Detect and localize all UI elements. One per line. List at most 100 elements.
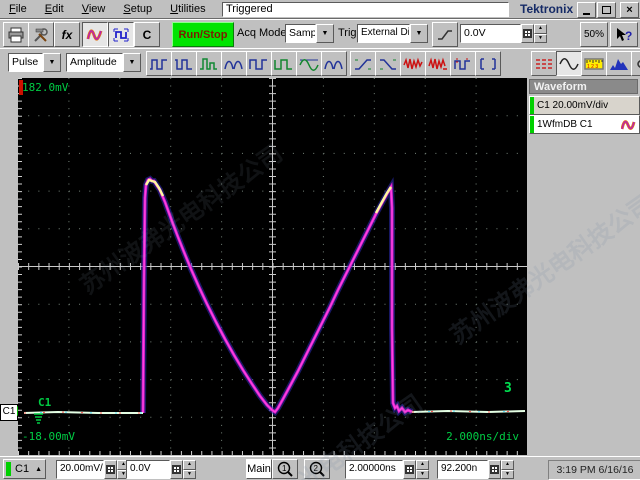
close-button[interactable]: ×: [620, 2, 639, 18]
fall-time-button[interactable]: [375, 51, 401, 76]
noise-button[interactable]: [425, 51, 451, 76]
keypad-icon: [106, 465, 115, 474]
math-fx-button[interactable]: fx: [54, 22, 80, 47]
resolution-input[interactable]: 92.200n: [437, 460, 488, 479]
negative-width-button[interactable]: [171, 51, 197, 76]
set-50-percent-button[interactable]: 50%: [580, 22, 608, 47]
horizontal-scale-input[interactable]: 2.00000ns: [345, 460, 403, 479]
positive-duty-button[interactable]: [246, 51, 272, 76]
keypad-button[interactable]: [104, 460, 117, 479]
keypad-button[interactable]: [403, 460, 416, 479]
pulse-icon: [113, 28, 129, 41]
persistence-button[interactable]: [531, 51, 557, 76]
vertical-position-input[interactable]: 0.0V: [126, 460, 170, 479]
timing-marks-button[interactable]: [450, 51, 476, 76]
acq-mode-select[interactable]: Sample ▼: [285, 24, 334, 43]
menu-setup[interactable]: Setup: [114, 2, 161, 17]
waveform-row-c1[interactable]: C1 20.00mV/div: [529, 96, 640, 115]
trig-level-control: 0.0V ▲ ▼: [460, 24, 547, 43]
trace-c1-label: C1: [38, 396, 52, 409]
waveform-display-button[interactable]: [556, 51, 582, 76]
fifty-label: 50%: [583, 29, 604, 40]
keypad-icon: [172, 465, 181, 474]
step-down-icon[interactable]: ▼: [501, 469, 514, 479]
cursor-c-button[interactable]: C: [134, 22, 160, 47]
keypad-button[interactable]: [170, 460, 183, 479]
wfmdb-label: 1WfmDB C1: [537, 119, 593, 130]
rising-slope-icon: [438, 29, 452, 40]
channel-c1-marker[interactable]: C1: [0, 404, 18, 421]
menu-utilities[interactable]: Utilities: [161, 2, 214, 17]
zoom-1-button[interactable]: 1: [272, 459, 298, 479]
print-icon: [8, 27, 24, 42]
chevron-down-icon[interactable]: ▼: [410, 24, 428, 43]
svg-text:1 2 3: 1 2 3: [587, 64, 598, 70]
trig-source-select[interactable]: External Direct ▼: [357, 24, 428, 43]
burst-width-button[interactable]: [221, 51, 247, 76]
utilities-tools-button[interactable]: [28, 22, 54, 47]
menu-file[interactable]: File: [0, 2, 36, 17]
context-help-button[interactable]: ?: [610, 22, 638, 47]
timebase-main-button[interactable]: Main: [246, 459, 272, 479]
graticule[interactable]: 182.0mV -18.00mV 2.000ns/div 3 C1: [18, 78, 527, 455]
eye-diagram-button[interactable]: [631, 51, 640, 76]
positive-width-button[interactable]: [146, 51, 172, 76]
negative-duty-button[interactable]: [271, 51, 297, 76]
rise-time-button[interactable]: [350, 51, 376, 76]
gating-button[interactable]: [475, 51, 501, 76]
trig-slope-button[interactable]: [432, 22, 458, 47]
restore-button[interactable]: [597, 2, 616, 18]
trig-source-value: External Direct: [357, 24, 410, 43]
step-up-icon[interactable]: ▲: [416, 460, 429, 470]
close-icon: ×: [626, 4, 633, 16]
fx-icon: fx: [61, 27, 73, 42]
step-down-icon[interactable]: ▼: [183, 469, 196, 479]
display-area: C1 182.0mV -18.00mV 2.000ns/div 3 C1 Wav…: [0, 77, 640, 456]
negative-width-icon: [175, 58, 192, 70]
period-button[interactable]: [296, 51, 322, 76]
step-up-icon[interactable]: ▲: [534, 24, 547, 34]
counter-button[interactable]: 1 2 3: [581, 51, 607, 76]
menu-view[interactable]: View: [73, 2, 115, 17]
menu-edit[interactable]: Edit: [36, 2, 73, 17]
run-stop-button[interactable]: Run/Stop: [172, 22, 234, 47]
runt-button[interactable]: [196, 51, 222, 76]
step-down-icon[interactable]: ▼: [534, 33, 547, 43]
window-controls: ×: [577, 2, 639, 18]
meas-category-select[interactable]: Pulse ▼: [8, 53, 61, 72]
cycle-burst-button[interactable]: [321, 51, 347, 76]
ground-symbol-icon: [34, 413, 43, 424]
pulse-mode-button[interactable]: [108, 22, 134, 47]
zoom-2-button[interactable]: 2: [304, 459, 330, 479]
horizontal-scale-stepper: ▲ ▼: [416, 460, 429, 479]
negative-duty-icon: [274, 58, 292, 70]
meas-type-select[interactable]: Amplitude ▼: [66, 53, 141, 72]
gating-icon: [480, 57, 496, 70]
main-toolbar: fx C Run/Stop Acq Mode Sample ▼ Trig Ext…: [0, 19, 640, 49]
restore-icon: [602, 6, 611, 14]
jitter-button[interactable]: [400, 51, 426, 76]
resolution-stepper: ▲ ▼: [501, 460, 514, 479]
trig-level-input[interactable]: 0.0V: [460, 24, 521, 43]
keypad-button[interactable]: [521, 24, 534, 43]
chevron-down-icon[interactable]: ▼: [43, 53, 61, 72]
waveform-mode-button[interactable]: [82, 22, 108, 47]
chevron-down-icon[interactable]: ▼: [123, 53, 141, 72]
jitter-icon: [403, 56, 423, 70]
meas-category-value: Pulse: [8, 53, 43, 72]
keypad-button[interactable]: [488, 460, 501, 479]
histogram-button[interactable]: [606, 51, 632, 76]
svg-text:?: ?: [625, 29, 632, 43]
left-channel-strip: C1: [0, 77, 24, 456]
step-up-icon[interactable]: ▲: [183, 460, 196, 470]
timebase-readout: 2.000ns/div: [446, 430, 519, 443]
vertical-scale-input[interactable]: 20.00mV/: [56, 460, 104, 479]
chevron-down-icon[interactable]: ▼: [316, 24, 334, 43]
minimize-button[interactable]: [577, 2, 596, 18]
print-button[interactable]: [3, 22, 29, 47]
period-icon: [299, 58, 319, 71]
channel-select-button[interactable]: C1 ▲: [3, 459, 46, 479]
waveform-row-wfmdb[interactable]: 1WfmDB C1: [529, 115, 640, 134]
step-down-icon[interactable]: ▼: [416, 469, 429, 479]
step-up-icon[interactable]: ▲: [501, 460, 514, 470]
